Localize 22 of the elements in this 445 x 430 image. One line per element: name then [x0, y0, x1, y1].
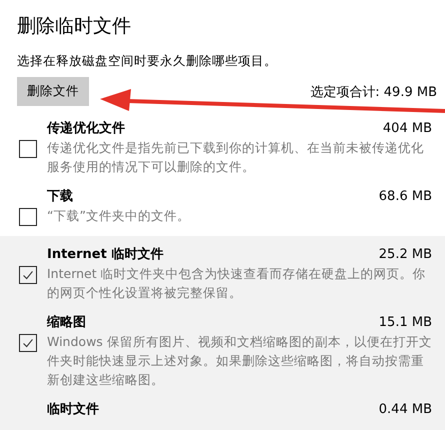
item-name: 缩略图: [47, 314, 86, 331]
item-size: 404 MB: [382, 120, 432, 136]
item-name: Internet 临时文件: [47, 246, 164, 263]
delete-files-button[interactable]: 删除文件: [17, 77, 89, 106]
item-description: 传递优化文件是指先前已下载到你的计算机、在当前未被传递优化服务使用的情况下可以删除的文件。: [47, 139, 425, 176]
item-description: Windows 保留所有图片、视频和文档缩略图的副本，以便在打开文件夹时能快速显示上述对象。如果删除这些缩略图，将自动按需重新创建这些缩略图。: [47, 333, 432, 389]
checkbox[interactable]: [19, 208, 37, 226]
item-name: 传递优化文件: [47, 120, 125, 137]
item-description: Internet 临时文件夹中包含为快速查看而存储在硬盘上的网页。你的网页个性化设置将被完整保留。: [47, 265, 427, 302]
item-size: 68.6 MB: [378, 188, 432, 204]
page-title: 删除临时文件: [16, 14, 132, 39]
selected-total: 选定项合计: 49.9 MB: [310, 84, 437, 100]
checkbox[interactable]: [19, 140, 37, 158]
item-name: 下载: [47, 188, 73, 205]
item-name: 临时文件: [47, 400, 99, 418]
checkbox[interactable]: [19, 266, 37, 284]
item-size: 25.2 MB: [378, 246, 432, 262]
item-size: 15.1 MB: [378, 314, 432, 330]
instruction-text: 选择在释放磁盘空间时要永久删除哪些项目。: [17, 53, 278, 70]
item-description: “下载”文件夹中的文件。: [47, 207, 191, 225]
item-size: 0.44 MB: [378, 402, 432, 416]
checkbox[interactable]: [19, 334, 37, 352]
